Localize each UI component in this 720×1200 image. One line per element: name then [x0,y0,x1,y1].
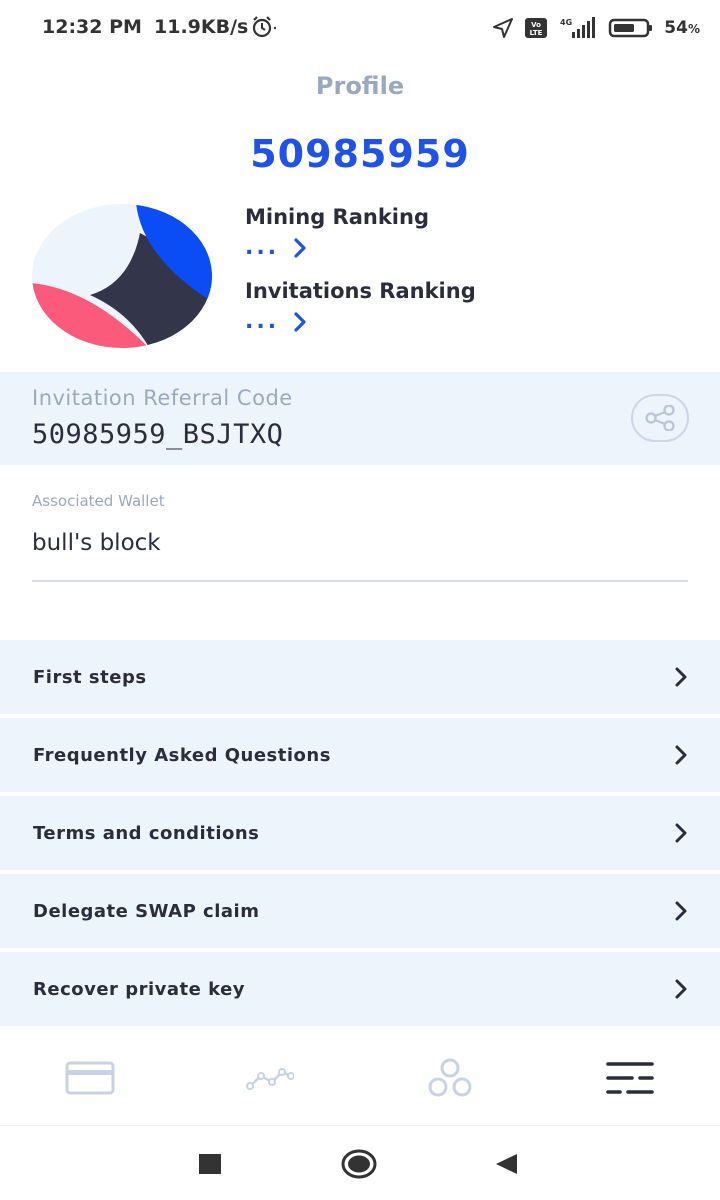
menu-item-label: Frequently Asked Questions [33,744,331,766]
menu-item-label: Terms and conditions [33,822,260,844]
referral-code: 50985959_BSJTXQ [32,419,284,450]
menu-item-label: First steps [33,666,147,688]
invitations-ranking[interactable]: Invitations Ranking ... [245,279,476,333]
menu-item-label: Recover private key [33,978,246,1000]
chevron-right-icon[interactable] [293,312,307,332]
recents-button[interactable] [192,1148,228,1180]
share-button[interactable] [631,394,689,442]
invitations-ranking-label: Invitations Ranking [245,279,476,303]
divider [32,580,688,582]
avatar [32,204,212,348]
user-id: 50985959 [250,132,470,176]
home-button[interactable] [341,1148,377,1180]
chevron-right-icon [675,979,687,999]
location-icon [493,18,514,38]
menu-item-label: Delegate SWAP claim [33,900,260,922]
svg-text:Vo: Vo [531,21,541,29]
status-network-speed: 11.9KB/s [154,16,249,38]
signal-icon: 4G [560,17,596,38]
menu-item-terms[interactable]: Terms and conditions [0,796,720,870]
mining-ranking[interactable]: Mining Ranking ... [245,205,429,259]
wallet-field[interactable]: bull's block [32,530,161,556]
alarm-icon [252,16,276,38]
chevron-right-icon[interactable] [293,238,307,258]
mining-ranking-value: ... [245,235,280,260]
chevron-right-icon [675,745,687,765]
menu-item-faq[interactable]: Frequently Asked Questions [0,718,720,792]
tab-community[interactable] [420,1056,480,1100]
share-icon [645,405,675,431]
square-icon [199,1154,221,1174]
status-time: 12:32 PM [42,16,142,38]
community-icon [428,1058,472,1097]
chart-icon [246,1068,294,1090]
chevron-right-icon [675,667,687,687]
svg-text:4G: 4G [560,18,572,27]
page-title: Profile [315,72,405,100]
battery-percentage: 54% [664,18,700,38]
circle-icon [341,1149,377,1179]
bottom-tab-bar [0,1030,720,1125]
system-navigation-bar [0,1125,720,1200]
invitations-ranking-value: ... [245,309,280,334]
mining-ranking-label: Mining Ranking [245,205,429,229]
menu-item-delegate-swap-claim[interactable]: Delegate SWAP claim [0,874,720,948]
tab-menu[interactable] [600,1056,660,1100]
tab-wallet[interactable] [60,1056,120,1100]
triangle-back-icon [496,1154,517,1174]
volte-icon: Vo LTE [525,18,548,38]
status-bar: 12:32 PM 11.9KB/s Vo LTE 4G 54% [0,0,720,56]
referral-code-label: Invitation Referral Code [32,386,293,410]
tab-stats[interactable] [240,1056,300,1100]
back-button[interactable] [488,1148,524,1180]
referral-code-panel: Invitation Referral Code 50985959_BSJTXQ [0,372,720,465]
wallet-icon [65,1061,115,1095]
menu-item-recover-private-key[interactable]: Recover private key [0,952,720,1026]
menu-icon [606,1062,654,1094]
chevron-right-icon [675,823,687,843]
chevron-right-icon [675,901,687,921]
settings-menu: First steps Frequently Asked Questions T… [0,640,720,1030]
menu-item-first-steps[interactable]: First steps [0,640,720,714]
wallet-label: Associated Wallet [32,492,165,510]
svg-text:LTE: LTE [530,29,543,37]
battery-icon [609,18,653,38]
